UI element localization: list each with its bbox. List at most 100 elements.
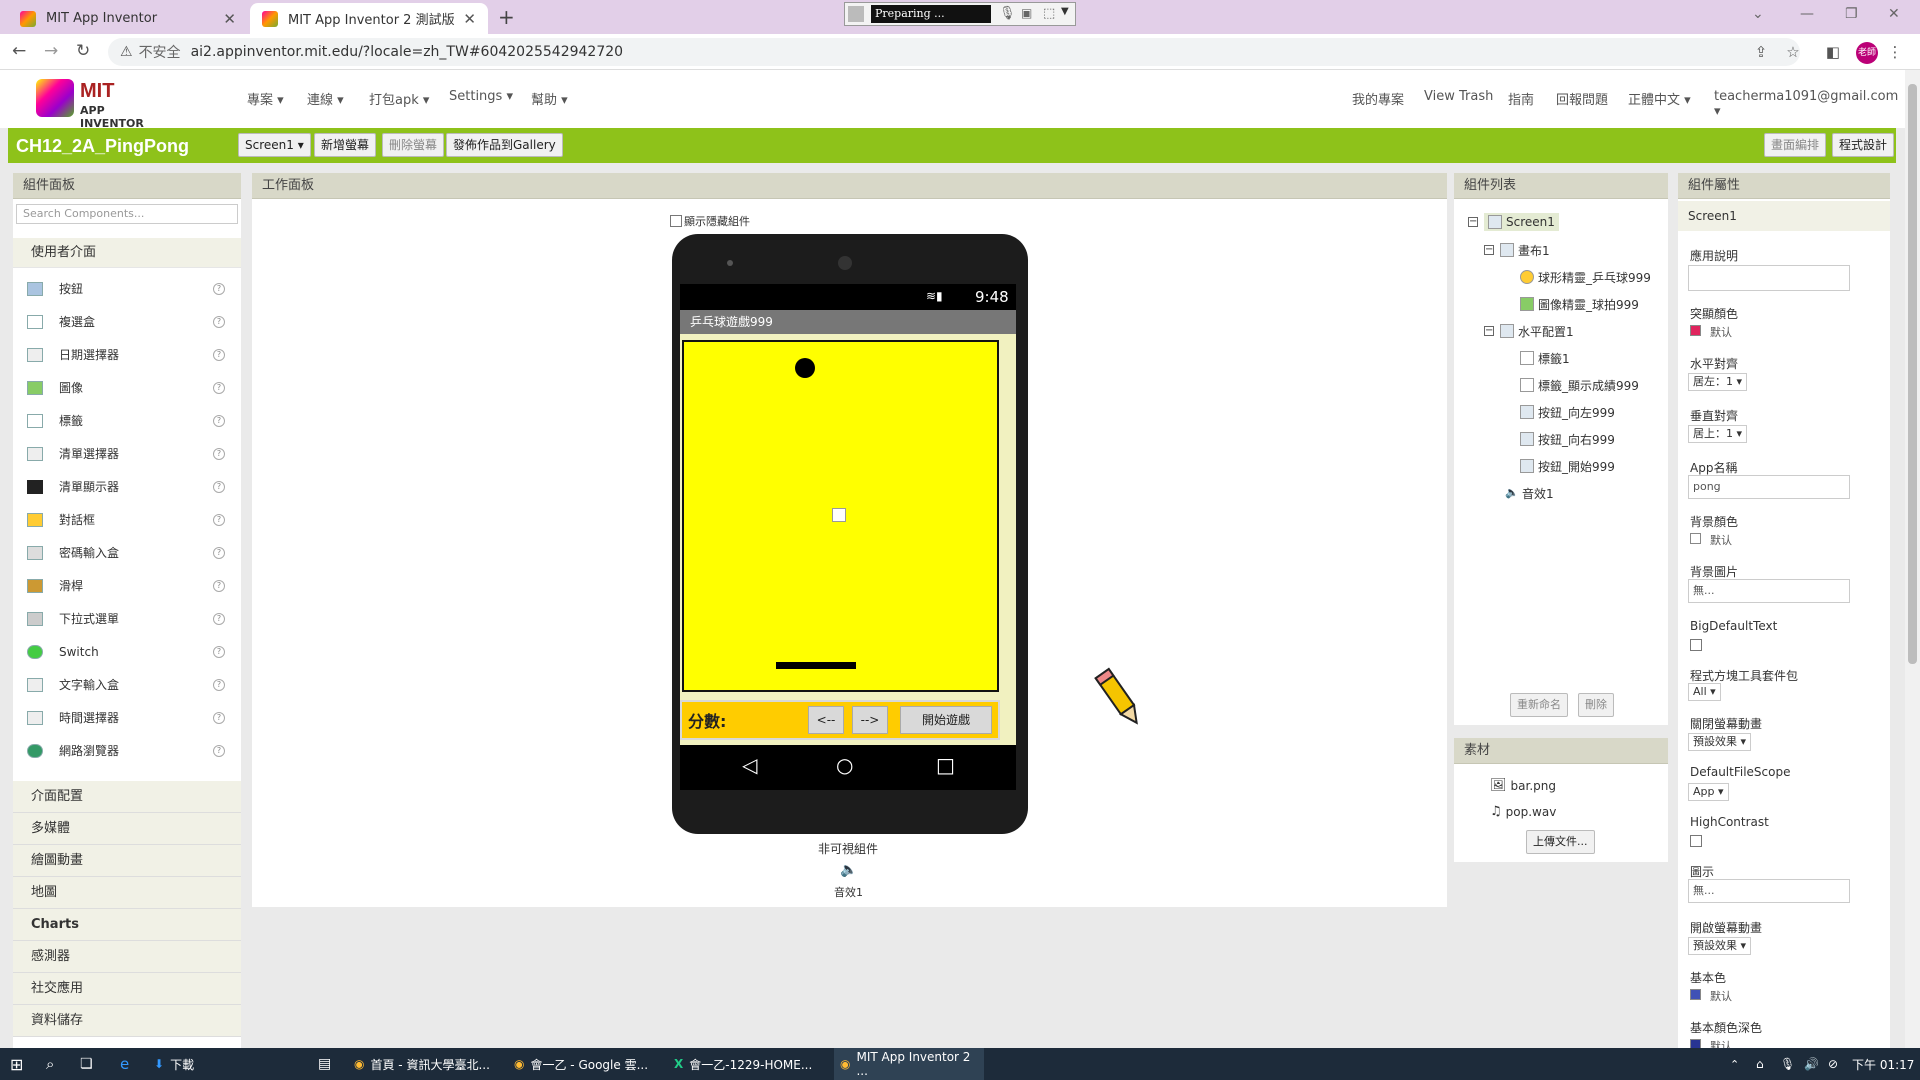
view-trash-link[interactable]: View Trash <box>1424 89 1493 104</box>
component-datepicker[interactable]: 日期選擇器? <box>27 338 237 371</box>
tree-node-hbox1[interactable]: − 水平配置1 <box>1484 320 1574 342</box>
search-components-input[interactable]: Search Components... <box>16 204 238 224</box>
open-animation-select[interactable]: 預設效果 ▾ <box>1688 937 1752 955</box>
collapse-icon[interactable]: − <box>1484 245 1494 255</box>
component-textbox[interactable]: 文字輸入盒? <box>27 668 237 701</box>
close-tab-icon[interactable]: ✕ <box>463 10 476 28</box>
taskbar-chrome-2[interactable]: ◉ 會一乙 - Google 雲... <box>514 1048 648 1080</box>
tree-node-canvas1[interactable]: − 畫布1 <box>1484 239 1550 261</box>
guide-link[interactable]: 指南 <box>1508 89 1534 108</box>
category-charts[interactable]: Charts <box>13 909 241 941</box>
component-button[interactable]: 按鈕? <box>27 272 237 305</box>
address-bar[interactable]: ⚠ 不安全 ai2.appinventor.mit.edu/?locale=zh… <box>108 38 1800 66</box>
right-button[interactable]: --> <box>852 706 888 734</box>
camera-icon[interactable]: ▣ <box>1021 6 1032 20</box>
menu-connect[interactable]: 連線 ▾ <box>307 89 344 108</box>
category-drawing-animation[interactable]: 繪圖動畫 <box>13 845 241 877</box>
upload-file-button[interactable]: 上傳文件... <box>1526 830 1595 854</box>
tree-node-screen1[interactable]: − Screen1 <box>1468 211 1559 233</box>
component-label[interactable]: 標籤? <box>27 404 237 437</box>
sound-component[interactable]: 音效1 <box>834 884 863 900</box>
category-maps[interactable]: 地圖 <box>13 877 241 909</box>
component-passwordtextbox[interactable]: 密碼輸入盒? <box>27 536 237 569</box>
store-icon[interactable]: ▤ <box>318 1048 331 1080</box>
component-slider[interactable]: 滑桿? <box>27 569 237 602</box>
taskbar-appinventor[interactable]: ◉ MIT App Inventor 2 ... <box>834 1048 984 1080</box>
menu-settings[interactable]: Settings ▾ <box>449 89 513 104</box>
category-layout[interactable]: 介面配置 <box>13 781 241 813</box>
category-sensors[interactable]: 感測器 <box>13 941 241 973</box>
category-storage[interactable]: 資料儲存 <box>13 1005 241 1037</box>
help-icon[interactable]: ? <box>213 447 225 460</box>
back-icon[interactable]: ← <box>12 41 26 61</box>
recorder-menu-icon[interactable]: ▼ <box>1061 6 1069 17</box>
microphone-icon[interactable]: 🎙 <box>999 6 1016 21</box>
forward-icon[interactable]: → <box>44 41 58 61</box>
help-icon[interactable]: ? <box>213 645 225 658</box>
help-icon[interactable]: ? <box>213 282 225 295</box>
primary-color-swatch[interactable] <box>1690 989 1701 1000</box>
help-icon[interactable]: ? <box>213 744 225 757</box>
taskbar-excel[interactable]: X 會一乙-1229-HOME... <box>674 1048 812 1080</box>
close-window-icon[interactable]: ✕ <box>1888 6 1900 22</box>
menu-project[interactable]: 專案 ▾ <box>247 89 284 108</box>
primary-color-value[interactable]: 默认 <box>1710 988 1732 1004</box>
delete-button[interactable]: 刪除 <box>1578 693 1614 717</box>
network-icon[interactable]: ⌂ <box>1756 1048 1764 1080</box>
category-media[interactable]: 多媒體 <box>13 813 241 845</box>
task-view-icon[interactable]: ❏ <box>80 1048 93 1080</box>
show-hidden-toggle[interactable]: 顯示隱藏組件 <box>670 213 750 229</box>
icon-input[interactable]: 無... <box>1688 879 1850 903</box>
windows-start-icon[interactable]: ⊞ <box>10 1048 23 1080</box>
url-text[interactable]: ai2.appinventor.mit.edu/?locale=zh_TW#60… <box>191 44 624 60</box>
more-menu-icon[interactable]: ⋮ <box>1886 43 1904 61</box>
page-scrollbar-thumb[interactable] <box>1908 84 1917 664</box>
help-icon[interactable]: ? <box>213 513 225 526</box>
taskbar-downloads[interactable]: ⬇ 下載 <box>154 1048 194 1080</box>
tree-node-right-button[interactable]: 按鈕_向右999 <box>1520 428 1615 450</box>
app-name-input[interactable]: pong <box>1688 475 1850 499</box>
component-switch[interactable]: Switch? <box>27 635 237 668</box>
mit-app-inventor-logo[interactable]: MIT APP INVENTOR <box>36 76 166 130</box>
browser-tab-2[interactable]: MIT App Inventor 2 測試版 ✕ <box>250 3 488 34</box>
browser-tab-1[interactable]: MIT App Inventor ✕ <box>8 3 248 34</box>
taskbar-chrome-1[interactable]: ◉ 首頁 - 資訊大學臺北... <box>354 1048 490 1080</box>
category-social[interactable]: 社交應用 <box>13 973 241 1005</box>
region-icon[interactable]: ⬚ <box>1043 6 1055 21</box>
component-timepicker[interactable]: 時間選擇器? <box>27 701 237 734</box>
about-screen-textarea[interactable] <box>1688 265 1850 291</box>
help-icon[interactable]: ? <box>213 414 225 427</box>
tree-node-sound1[interactable]: 🔈 音效1 <box>1504 482 1554 504</box>
add-screen-button[interactable]: 新增螢幕 <box>314 133 377 157</box>
designer-button[interactable]: 畫面編排 <box>1764 133 1827 157</box>
profile-avatar[interactable]: 老師 <box>1856 42 1878 64</box>
align-vertical-select[interactable]: 居上：1 ▾ <box>1688 425 1748 443</box>
component-listview[interactable]: 清單顯示器? <box>27 470 237 503</box>
menu-build[interactable]: 打包apk ▾ <box>369 89 429 108</box>
help-icon[interactable]: ? <box>213 579 225 592</box>
paddle-sprite[interactable] <box>776 662 856 669</box>
component-image[interactable]: 圖像? <box>27 371 237 404</box>
my-projects-link[interactable]: 我的專案 <box>1352 89 1404 108</box>
edge-browser-icon[interactable]: e <box>120 1048 129 1080</box>
tree-node-label1[interactable]: 標籤1 <box>1520 347 1570 369</box>
media-file-bar-png[interactable]: 🖼 bar.png <box>1490 778 1556 793</box>
blocks-toolkit-select[interactable]: All ▾ <box>1688 683 1721 701</box>
warning-icon[interactable]: ⚠ <box>120 44 133 60</box>
help-icon[interactable]: ? <box>213 612 225 625</box>
sidepanel-icon[interactable]: ◧ <box>1824 43 1842 61</box>
taskbar-clock[interactable]: 下午 01:17 <box>1852 1048 1914 1080</box>
close-animation-select[interactable]: 預設效果 ▾ <box>1688 733 1752 751</box>
help-icon[interactable]: ? <box>213 480 225 493</box>
microphone-icon[interactable]: 🎙 <box>1780 1048 1795 1080</box>
report-issue-link[interactable]: 回報問題 <box>1556 89 1608 108</box>
new-tab-icon[interactable]: + <box>498 5 515 29</box>
start-button[interactable]: 開始遊戲 <box>900 706 992 734</box>
ime-icon[interactable]: ⊘ <box>1828 1048 1838 1080</box>
reload-icon[interactable]: ↻ <box>76 41 90 61</box>
accent-color-swatch[interactable] <box>1690 325 1701 336</box>
help-icon[interactable]: ? <box>213 315 225 328</box>
tree-node-image-sprite[interactable]: 圖像精靈_球拍999 <box>1520 293 1639 315</box>
remove-screen-button[interactable]: 刪除螢幕 <box>382 133 445 157</box>
close-tab-icon[interactable]: ✕ <box>223 10 236 28</box>
